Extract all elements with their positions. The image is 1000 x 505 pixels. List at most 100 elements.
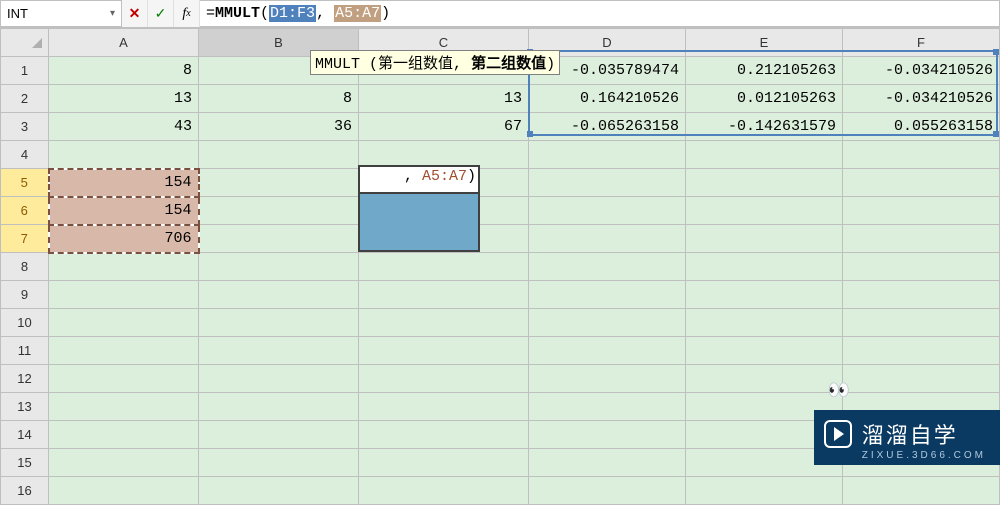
cell-F9[interactable] (843, 281, 1000, 309)
cell-A13[interactable] (49, 393, 199, 421)
cell-D15[interactable] (529, 449, 686, 477)
cell-F5[interactable] (843, 169, 1000, 197)
cell-A12[interactable] (49, 365, 199, 393)
col-header-A[interactable]: A (49, 29, 199, 57)
cancel-button[interactable]: ✕ (122, 0, 148, 27)
row-header-8[interactable]: 8 (1, 253, 49, 281)
row-header-6[interactable]: 6 (1, 197, 49, 225)
cell-C10[interactable] (359, 309, 529, 337)
row-header-15[interactable]: 15 (1, 449, 49, 477)
row-header-12[interactable]: 12 (1, 365, 49, 393)
cell-E2[interactable]: 0.012105263 (686, 85, 843, 113)
cell-D2[interactable]: 0.164210526 (529, 85, 686, 113)
cell-C2[interactable]: 13 (359, 85, 529, 113)
cell-E8[interactable] (686, 253, 843, 281)
spreadsheet-grid[interactable]: A B C D E F 1 8 13 13 -0.035789474 0.212… (0, 28, 1000, 505)
cell-E1[interactable]: 0.212105263 (686, 57, 843, 85)
cell-E4[interactable] (686, 141, 843, 169)
cell-D16[interactable] (529, 477, 686, 505)
row-header-16[interactable]: 16 (1, 477, 49, 505)
cell-E11[interactable] (686, 337, 843, 365)
cell-C7[interactable] (359, 225, 529, 253)
row-header-5[interactable]: 5 (1, 169, 49, 197)
row-header-4[interactable]: 4 (1, 141, 49, 169)
row-header-9[interactable]: 9 (1, 281, 49, 309)
cell-D3[interactable]: -0.065263158 (529, 113, 686, 141)
cell-C16[interactable] (359, 477, 529, 505)
cell-C13[interactable] (359, 393, 529, 421)
cell-D4[interactable] (529, 141, 686, 169)
cell-B6[interactable] (199, 197, 359, 225)
cell-B16[interactable] (199, 477, 359, 505)
cell-F2[interactable]: -0.034210526 (843, 85, 1000, 113)
cell-A14[interactable] (49, 421, 199, 449)
cell-E12[interactable] (686, 365, 843, 393)
cell-B14[interactable] (199, 421, 359, 449)
cell-A3[interactable]: 43 (49, 113, 199, 141)
cell-A6[interactable]: 154 (49, 197, 199, 225)
cell-C3[interactable]: 67 (359, 113, 529, 141)
cell-D7[interactable] (529, 225, 686, 253)
cell-F6[interactable] (843, 197, 1000, 225)
cell-D11[interactable] (529, 337, 686, 365)
cell-E16[interactable] (686, 477, 843, 505)
cell-F8[interactable] (843, 253, 1000, 281)
cell-B9[interactable] (199, 281, 359, 309)
col-header-E[interactable]: E (686, 29, 843, 57)
cell-D8[interactable] (529, 253, 686, 281)
cell-F3[interactable]: 0.055263158 (843, 113, 1000, 141)
cell-E5[interactable] (686, 169, 843, 197)
cell-A1[interactable]: 8 (49, 57, 199, 85)
row-header-11[interactable]: 11 (1, 337, 49, 365)
cell-F11[interactable] (843, 337, 1000, 365)
cell-E7[interactable] (686, 225, 843, 253)
cell-C4[interactable] (359, 141, 529, 169)
cell-A7[interactable]: 706 (49, 225, 199, 253)
cell-B11[interactable] (199, 337, 359, 365)
cell-F10[interactable] (843, 309, 1000, 337)
formula-input[interactable]: =MMULT(D1:F3, A5:A7) (200, 0, 1000, 27)
row-header-13[interactable]: 13 (1, 393, 49, 421)
cell-C5[interactable] (359, 169, 529, 197)
cell-D6[interactable] (529, 197, 686, 225)
cell-C8[interactable] (359, 253, 529, 281)
cell-D10[interactable] (529, 309, 686, 337)
cell-E3[interactable]: -0.142631579 (686, 113, 843, 141)
cell-D14[interactable] (529, 421, 686, 449)
cell-B4[interactable] (199, 141, 359, 169)
row-header-14[interactable]: 14 (1, 421, 49, 449)
cell-A16[interactable] (49, 477, 199, 505)
name-box-dropdown-icon[interactable]: ▾ (110, 8, 115, 19)
cell-C12[interactable] (359, 365, 529, 393)
fx-button[interactable]: fx (174, 0, 200, 27)
row-header-3[interactable]: 3 (1, 113, 49, 141)
row-header-1[interactable]: 1 (1, 57, 49, 85)
cell-F12[interactable] (843, 365, 1000, 393)
cell-C9[interactable] (359, 281, 529, 309)
cell-D12[interactable] (529, 365, 686, 393)
row-header-2[interactable]: 2 (1, 85, 49, 113)
cell-B2[interactable]: 8 (199, 85, 359, 113)
cell-D9[interactable] (529, 281, 686, 309)
cell-A8[interactable] (49, 253, 199, 281)
cell-E6[interactable] (686, 197, 843, 225)
cell-F16[interactable] (843, 477, 1000, 505)
cell-F1[interactable]: -0.034210526 (843, 57, 1000, 85)
cell-C15[interactable] (359, 449, 529, 477)
cell-B3[interactable]: 36 (199, 113, 359, 141)
cell-B5[interactable] (199, 169, 359, 197)
select-all-corner[interactable] (1, 29, 49, 57)
cell-E10[interactable] (686, 309, 843, 337)
row-header-7[interactable]: 7 (1, 225, 49, 253)
cell-F7[interactable] (843, 225, 1000, 253)
cell-A4[interactable] (49, 141, 199, 169)
cell-D5[interactable] (529, 169, 686, 197)
cell-A11[interactable] (49, 337, 199, 365)
cell-B13[interactable] (199, 393, 359, 421)
cell-C14[interactable] (359, 421, 529, 449)
row-header-10[interactable]: 10 (1, 309, 49, 337)
cell-B10[interactable] (199, 309, 359, 337)
cell-A2[interactable]: 13 (49, 85, 199, 113)
cell-B12[interactable] (199, 365, 359, 393)
cell-C11[interactable] (359, 337, 529, 365)
